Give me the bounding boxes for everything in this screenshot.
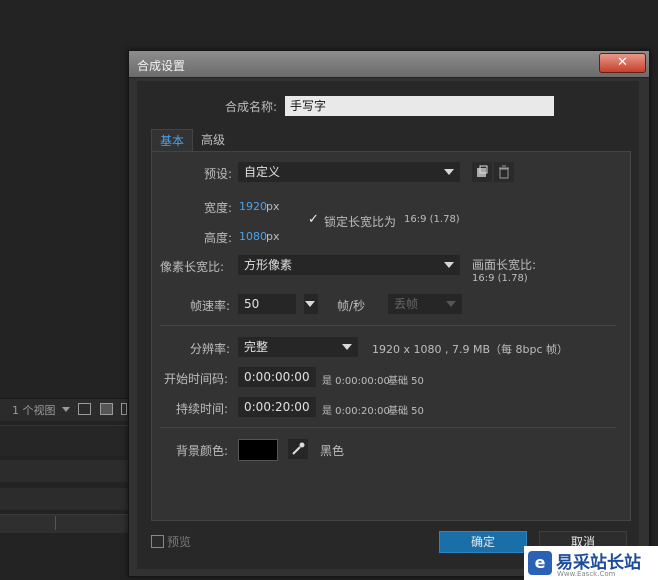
close-button[interactable]: ✕ [599,53,646,73]
site-watermark: e 易采站长站 Www.Easck.Com [524,546,658,580]
preview-label: 预览 [167,535,192,549]
chevron-down-icon [444,262,454,268]
preset-label: 预设: [204,167,233,181]
divider [160,427,616,428]
drop-frame-dropdown[interactable]: 丢帧 [388,294,462,314]
frame-rate-unit: 帧/秒 [337,299,366,313]
start-timecode-is: 是 0:00:00:00 [322,376,390,387]
frame-aspect-label: 画面长宽比: [472,258,537,272]
lock-aspect-label: 锁定长宽比为 [324,215,397,229]
close-icon: ✕ [617,55,628,70]
background-panel [0,425,130,456]
eyedropper-icon [292,442,305,455]
pixel-aspect-label: 像素长宽比: [160,260,225,274]
lock-aspect-ratio: 16:9 (1.78) [404,214,460,225]
comp-name-label: 合成名称: [225,100,278,114]
preview-checkbox[interactable] [151,535,164,548]
eyedropper-button[interactable] [288,439,308,459]
tab-basic[interactable]: 基本 [151,129,193,152]
chevron-down-icon [342,344,352,350]
height-value[interactable]: 1080 [239,230,267,243]
drop-frame-value: 丢帧 [394,297,419,311]
start-timecode-label: 开始时间码: [164,372,229,386]
pixel-aspect-value: 方形像素 [244,258,293,272]
trash-icon [499,165,509,179]
chevron-down-icon [444,169,454,175]
background-row [0,488,130,510]
background-timeline [0,514,130,533]
width-label: 宽度: [204,201,233,215]
start-timecode-base: 基础 50 [388,376,424,387]
grid-icon[interactable] [121,403,127,415]
save-preset-icon [477,165,488,177]
chevron-down-icon [446,301,456,307]
dialog-title: 合成设置 [137,59,186,73]
divider [160,325,616,326]
background-toolbar: 1 个视图 [0,398,130,421]
view-count-label[interactable]: 1 个视图 [12,402,56,418]
resolution-info: 1920 x 1080 , 7.9 MB（每 8bpc 帧） [372,343,569,356]
lock-aspect-checkbox[interactable]: ✓ [308,212,319,227]
bg-color-label: 背景颜色: [176,444,229,458]
height-label: 高度: [204,231,233,245]
site-logo-icon: e [528,551,552,575]
width-value[interactable]: 1920 [239,200,267,213]
duration-input[interactable]: 0:00:20:00 [238,397,316,417]
resolution-value: 完整 [244,340,269,354]
frame-rate-input[interactable]: 50 [238,294,296,314]
delete-preset-button[interactable] [494,162,514,182]
save-preset-button[interactable] [472,162,492,182]
region-icon[interactable] [100,403,113,415]
bg-color-swatch[interactable] [238,439,278,461]
duration-is: 是 0:00:20:00 [322,406,390,417]
dialog-titlebar[interactable]: 合成设置 ✕ [129,51,649,78]
view-dropdown-icon[interactable] [62,407,70,412]
frame-rate-label: 帧速率: [190,299,231,313]
dialog-body: 合成名称: 手写字 基本 高级 预设: 自定义 宽度: 1920 px 高度: … [137,81,639,569]
preset-dropdown[interactable]: 自定义 [238,162,460,182]
frame-rate-dropdown[interactable] [304,294,318,314]
comp-name-input[interactable]: 手写字 [285,96,554,116]
frame-aspect-value: 16:9 (1.78) [472,273,528,284]
watermark-url: Www.Easck.Com [557,570,616,578]
resolution-label: 分辨率: [190,342,231,356]
chevron-down-icon [305,301,315,307]
layout-icon[interactable] [78,403,91,415]
pixel-aspect-dropdown[interactable]: 方形像素 [238,255,460,275]
duration-label: 持续时间: [176,402,229,416]
background-row [0,460,130,482]
duration-base: 基础 50 [388,406,424,417]
height-unit: px [266,230,280,243]
start-timecode-input[interactable]: 0:00:00:00 [238,367,316,387]
basic-settings-panel: 预设: 自定义 宽度: 1920 px 高度: 1080 px ✓ 锁定长宽比为… [151,151,631,521]
composition-settings-dialog: 合成设置 ✕ 合成名称: 手写字 基本 高级 预设: 自定义 宽度: 1920 … [128,50,650,577]
preset-value: 自定义 [244,165,281,179]
ok-button[interactable]: 确定 [439,531,527,553]
background-divider [55,516,56,530]
resolution-dropdown[interactable]: 完整 [238,337,358,357]
bg-color-name: 黑色 [320,444,345,458]
width-unit: px [266,200,280,213]
tab-advanced[interactable]: 高级 [195,129,231,151]
